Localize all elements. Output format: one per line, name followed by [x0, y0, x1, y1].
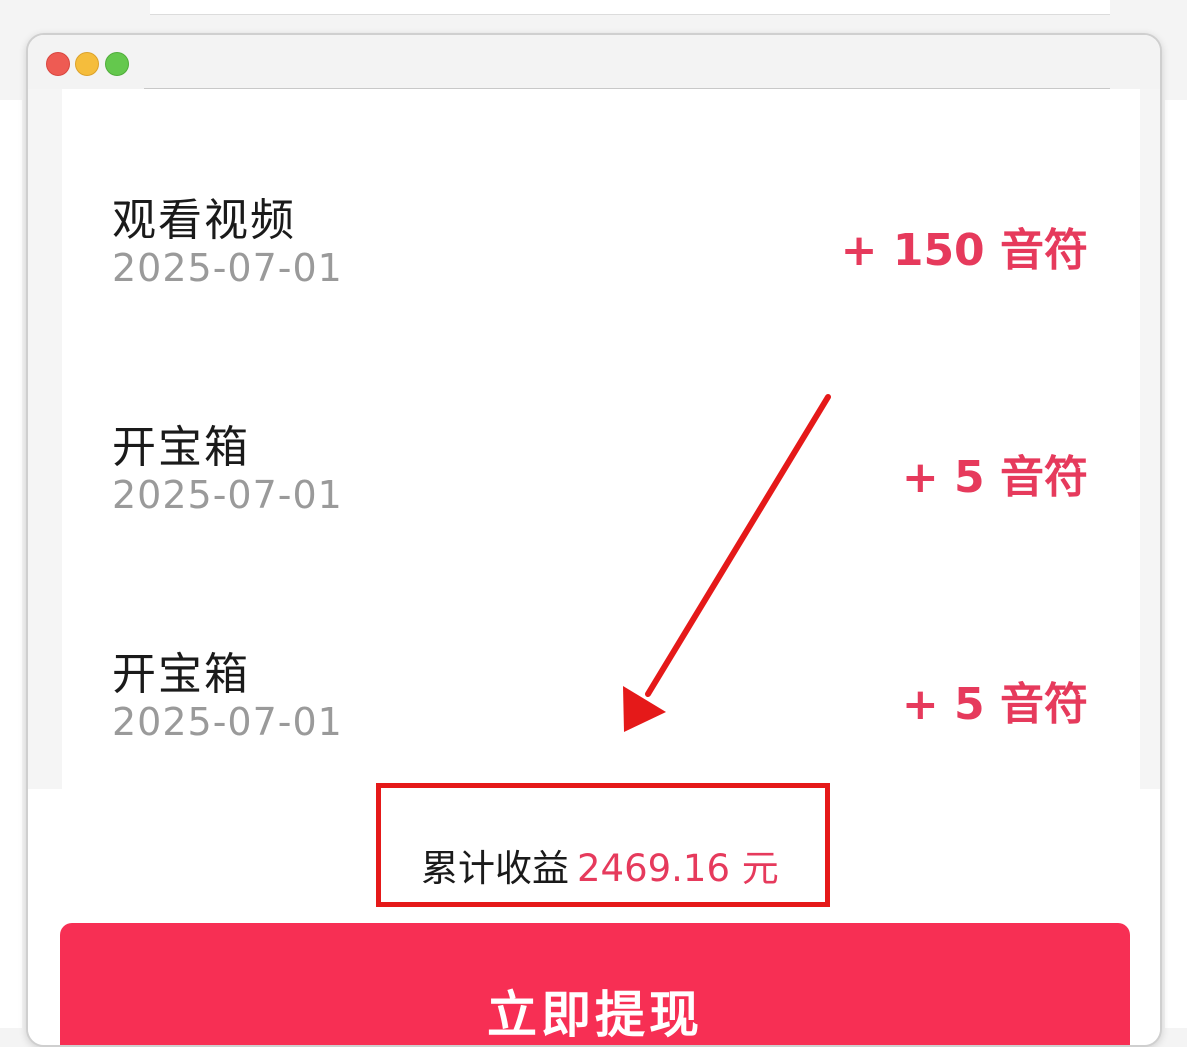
list-item[interactable]: 观看视频 2025-07-01 + 150 音符 — [62, 184, 1140, 334]
minimize-window-button[interactable] — [75, 52, 99, 76]
background-left — [0, 100, 22, 1028]
maximize-window-button[interactable] — [105, 52, 129, 76]
earnings-label: 累计收益 — [421, 847, 569, 890]
close-window-button[interactable] — [46, 52, 70, 76]
record-date: 2025-07-01 — [112, 700, 343, 744]
record-title: 观看视频 — [112, 195, 296, 246]
background-strip — [150, 0, 1110, 15]
earnings-highlight-box: 累计收益 2469.16 元 — [376, 783, 830, 907]
record-title: 开宝箱 — [112, 422, 250, 473]
bottom-bar: 累计收益 2469.16 元 立即提现 — [28, 783, 1160, 1045]
app-window: 观看视频 2025-07-01 + 150 音符 开宝箱 2025-07-01 … — [26, 33, 1162, 1047]
record-date: 2025-07-01 — [112, 246, 343, 290]
records-list: 观看视频 2025-07-01 + 150 音符 开宝箱 2025-07-01 … — [62, 89, 1140, 789]
record-amount: + 5 音符 — [901, 679, 1088, 730]
records-area[interactable]: 观看视频 2025-07-01 + 150 音符 开宝箱 2025-07-01 … — [28, 89, 1160, 789]
record-date: 2025-07-01 — [112, 473, 343, 517]
record-title: 开宝箱 — [112, 649, 250, 700]
earnings-value: 2469.16 元 — [577, 847, 779, 890]
total-earnings: 累计收益 2469.16 元 — [421, 838, 779, 892]
window-titlebar — [28, 35, 1160, 89]
list-item[interactable]: 开宝箱 2025-07-01 + 5 音符 — [62, 411, 1140, 561]
record-amount: + 150 音符 — [840, 225, 1088, 276]
withdraw-button[interactable]: 立即提现 — [60, 923, 1130, 1045]
background-right — [1165, 100, 1187, 1028]
list-item[interactable]: 开宝箱 2025-07-01 + 5 音符 — [62, 638, 1140, 788]
record-amount: + 5 音符 — [901, 452, 1088, 503]
